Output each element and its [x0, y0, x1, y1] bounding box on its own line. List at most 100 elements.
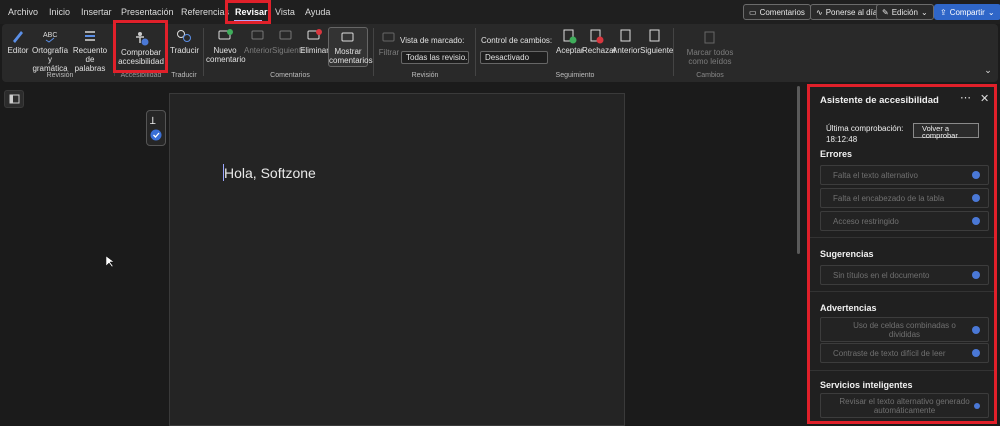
- next-comment-button[interactable]: Siguiente: [272, 28, 305, 55]
- tab-ayuda[interactable]: Ayuda: [305, 7, 330, 17]
- previous-change-icon: [620, 29, 631, 42]
- previous-change-button[interactable]: Anterior: [611, 28, 641, 55]
- share-label: Compartir: [949, 7, 985, 17]
- floating-format-toolbar: Ʇ: [146, 110, 166, 146]
- editor-pen-icon: [13, 31, 23, 43]
- tab-archivo[interactable]: Archivo: [8, 7, 38, 17]
- issue-label: Acceso restringido: [833, 216, 899, 226]
- group-label-revision: Revisión: [46, 72, 74, 79]
- track-changes-select[interactable]: Desactivado: [480, 51, 548, 64]
- word-count-icon: [85, 31, 95, 41]
- chevron-down-icon: ⌄: [987, 7, 995, 17]
- delete-comment-label: Eliminar: [300, 46, 329, 55]
- word-count-label: Recuento de palabras: [72, 46, 108, 73]
- catch-up-button[interactable]: ∿ Ponerse al día: [810, 4, 884, 20]
- close-icon[interactable]: ✕: [980, 92, 989, 105]
- svg-text:Ʇ: Ʇ: [150, 116, 156, 127]
- comments-button[interactable]: ▭ Comentarios: [743, 4, 811, 20]
- new-comment-label: Nuevo comentario: [206, 46, 246, 64]
- text-format-icon[interactable]: Ʇ: [147, 111, 165, 145]
- translate-button[interactable]: Traducir: [170, 28, 199, 55]
- delete-comment-button[interactable]: Eliminar: [300, 28, 329, 55]
- document-text[interactable]: Hola, Softzone: [224, 165, 316, 181]
- section-divider: [810, 237, 994, 238]
- last-check-time: 18:12:48: [826, 135, 858, 144]
- section-suggestions: Sugerencias: [820, 249, 874, 259]
- last-check-info: Última comprobación: 18:12:48: [826, 123, 903, 145]
- translate-icon: [177, 30, 191, 42]
- status-dot-icon: [972, 325, 980, 334]
- spelling-label: Ortografía y gramática: [32, 46, 69, 73]
- more-options-icon[interactable]: ⋯: [960, 91, 971, 104]
- issue-label: Sin títulos en el documento: [833, 270, 930, 280]
- group-label-comments: Comentarios: [270, 72, 310, 79]
- show-comments-label: Mostrar comentarios: [329, 47, 373, 65]
- tab-insertar[interactable]: Insertar: [81, 7, 112, 17]
- show-comments-icon: [341, 32, 354, 42]
- issue-label: Falta el texto alternativo: [833, 170, 918, 180]
- reject-button[interactable]: Rechazar: [582, 28, 616, 55]
- chevron-down-icon: ⌄: [920, 7, 928, 17]
- document-page[interactable]: [169, 93, 625, 426]
- track-changes-label: Control de cambios:: [481, 36, 553, 45]
- editing-mode-button[interactable]: ✎ Edición ⌄: [876, 4, 934, 20]
- svg-text:ABC: ABC: [43, 32, 57, 39]
- comment-icon: ▭: [749, 7, 757, 17]
- issue-label: Contraste de texto difícil de leer: [833, 348, 946, 358]
- previous-change-label: Anterior: [611, 46, 640, 55]
- tab-vista[interactable]: Vista: [275, 7, 295, 17]
- status-dot-icon: [972, 217, 980, 225]
- last-check-label: Última comprobación:: [826, 124, 904, 133]
- vertical-scrollbar[interactable]: [797, 86, 800, 254]
- spelling-abc-icon: ABC: [43, 32, 57, 43]
- filter-label: Filtrar: [378, 48, 400, 57]
- accept-label: Aceptar: [556, 46, 584, 55]
- word-count-button[interactable]: Recuento de palabras: [70, 28, 110, 73]
- issue-restricted-access[interactable]: Acceso restringido: [820, 211, 989, 231]
- editor-button[interactable]: Editor: [6, 28, 30, 55]
- next-change-icon: [649, 29, 660, 42]
- group-label-revision-2: Revisión: [411, 72, 439, 79]
- track-changes-value: Desactivado: [485, 53, 530, 62]
- status-dot-icon: [972, 349, 980, 357]
- ribbon-collapse-icon[interactable]: ⌄: [982, 66, 994, 75]
- previous-comment-icon: [251, 30, 264, 40]
- issue-hard-to-read-contrast[interactable]: Contraste de texto difícil de leer: [820, 343, 989, 363]
- next-comment-icon: [279, 30, 292, 40]
- markup-view-value: Todas las revisio.: [406, 53, 468, 62]
- ribbon-separator: [373, 28, 374, 76]
- show-comments-button[interactable]: Mostrar comentarios: [328, 27, 373, 67]
- filter-comment-icon: [382, 32, 395, 42]
- group-label-accessibility: Accesibilidad: [120, 72, 162, 79]
- issue-label: Revisar el texto alternativo generado au…: [839, 396, 970, 415]
- ribbon-separator: [673, 28, 674, 76]
- recheck-button[interactable]: Volver a comprobar: [913, 123, 979, 139]
- markup-view-select[interactable]: Todas las revisio.: [401, 51, 469, 64]
- previous-comment-button[interactable]: Anterior: [244, 28, 272, 55]
- issue-missing-table-header[interactable]: Falta el encabezado de la tabla: [820, 188, 989, 208]
- next-change-label: Siguiente: [640, 46, 674, 55]
- spelling-button[interactable]: ABC Ortografía y gramática: [32, 28, 68, 73]
- tab-inicio[interactable]: Inicio: [49, 7, 70, 17]
- ribbon-separator: [475, 28, 476, 76]
- mark-all-read-button[interactable]: Marcar todos como leídos: [678, 30, 742, 66]
- group-label-tracking: Seguimiento: [555, 72, 595, 79]
- issue-review-generated-alt-text[interactable]: Revisar el texto alternativo generado au…: [820, 393, 989, 418]
- pulse-icon: ∿: [816, 7, 823, 17]
- tab-referencias[interactable]: Referencias: [181, 7, 229, 17]
- filter-button[interactable]: Filtrar: [378, 30, 400, 57]
- next-change-button[interactable]: Siguiente: [640, 28, 674, 55]
- issue-no-headings[interactable]: Sin títulos en el documento: [820, 265, 989, 285]
- accessibility-assistant-pane: Asistente de accesibilidad ⋯ ✕ Última co…: [807, 84, 997, 424]
- tab-presentacion[interactable]: Presentación: [121, 7, 174, 17]
- accept-button[interactable]: Aceptar: [556, 28, 584, 55]
- group-label-changes: Cambios: [696, 72, 724, 79]
- share-button[interactable]: ⇪ Compartir ⌄: [934, 4, 1000, 20]
- issue-merged-cells[interactable]: Uso de celdas combinadas o divididas: [820, 317, 989, 342]
- new-comment-button[interactable]: Nuevo comentario: [206, 28, 246, 64]
- mouse-cursor-icon: [106, 256, 114, 268]
- navigation-pane-button[interactable]: [4, 90, 24, 108]
- issue-missing-alt-text[interactable]: Falta el texto alternativo: [820, 165, 989, 185]
- reject-icon: [590, 29, 604, 44]
- markup-view-label: Vista de marcado:: [400, 36, 465, 45]
